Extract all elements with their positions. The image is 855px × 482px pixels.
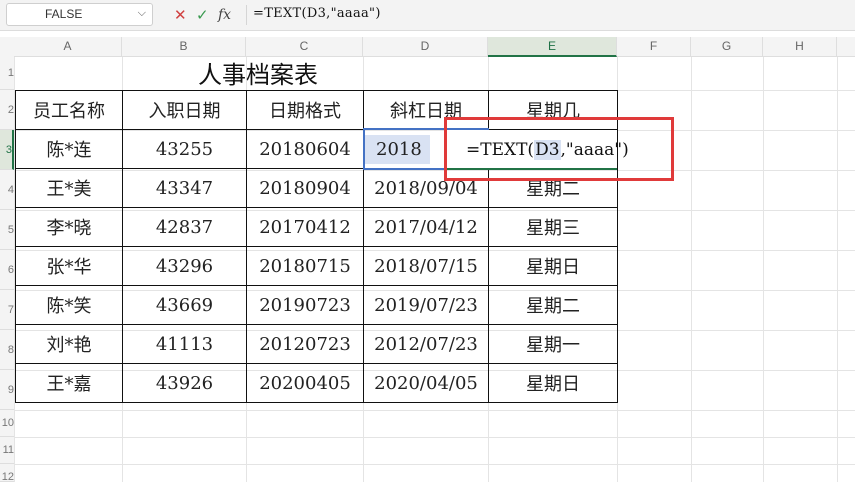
- cell-weekday[interactable]: 星期一: [488, 324, 618, 364]
- cell-weekday[interactable]: 星期日: [488, 246, 618, 286]
- row-header-10[interactable]: 10: [0, 410, 14, 437]
- select-all-corner[interactable]: [0, 37, 14, 58]
- row-header-8[interactable]: 8: [0, 330, 14, 370]
- cell-weekday[interactable]: 星期二: [488, 285, 618, 325]
- cell-weekday[interactable]: 星期三: [488, 207, 618, 247]
- cell-name[interactable]: 陈*连: [15, 129, 123, 169]
- table-row: 刘*艳 41113 20120723 2012/07/23 星期一: [15, 324, 618, 364]
- table-row: 张*华 43296 20180715 2018/07/15 星期日: [15, 246, 618, 286]
- check-icon[interactable]: ✓: [196, 5, 209, 25]
- column-header-f[interactable]: F: [617, 37, 691, 57]
- column-header-d[interactable]: D: [363, 37, 488, 57]
- cell-serial[interactable]: 43926: [122, 363, 247, 403]
- cell-slash-date[interactable]: 2018/09/04: [363, 168, 489, 208]
- cell-weekday[interactable]: 星期二: [488, 168, 618, 208]
- cell-editor-text: =TEXT(D3,"aaaa"): [466, 140, 629, 160]
- column-header-a[interactable]: A: [14, 37, 122, 57]
- gridline: [691, 57, 692, 482]
- cell-name[interactable]: 张*华: [15, 246, 123, 286]
- formula-reference: D3: [534, 140, 561, 160]
- cell-number-date[interactable]: 20120723: [246, 324, 364, 364]
- chevron-down-icon[interactable]: ⌵: [138, 6, 146, 20]
- formula-bar: FALSE ⌵ ✕ ✓ fx =TEXT(D3,"aaaa"): [0, 0, 855, 31]
- cell-serial[interactable]: 43347: [122, 168, 247, 208]
- cell-serial[interactable]: 41113: [122, 324, 247, 364]
- name-box-value: FALSE: [45, 7, 83, 21]
- cell-slash-date[interactable]: 2017/04/12: [363, 207, 489, 247]
- row-header-7[interactable]: 7: [0, 290, 14, 330]
- name-box[interactable]: FALSE ⌵: [6, 3, 153, 26]
- formula-input[interactable]: =TEXT(D3,"aaaa"): [253, 6, 381, 21]
- table-row: 王*美 43347 20180904 2018/09/04 星期二: [15, 168, 618, 208]
- cell-number-date[interactable]: 20180604: [246, 129, 364, 169]
- referenced-cell-text: 2018: [364, 134, 430, 164]
- table-row: 李*晓 42837 20170412 2017/04/12 星期三: [15, 207, 618, 247]
- formula-buttons: ✕ ✓ fx: [168, 5, 244, 25]
- cell-number-date[interactable]: 20170412: [246, 207, 364, 247]
- table-row: 王*嘉 43926 20200405 2020/04/05 星期日: [15, 363, 618, 403]
- row-header-4[interactable]: 4: [0, 170, 14, 210]
- cell-number-date[interactable]: 20180715: [246, 246, 364, 286]
- table-row: 陈*笑 43669 20190723 2019/07/23 星期二: [15, 285, 618, 325]
- row-header-5[interactable]: 5: [0, 210, 14, 250]
- header-cell[interactable]: 斜杠日期: [363, 90, 489, 130]
- cell-editor[interactable]: =TEXT(D3,"aaaa"): [446, 130, 629, 170]
- fx-icon[interactable]: fx: [218, 5, 231, 25]
- cell-slash-date[interactable]: 2012/07/23: [363, 324, 489, 364]
- row-header-2[interactable]: 2: [0, 90, 14, 130]
- column-header-h[interactable]: H: [763, 37, 837, 57]
- header-cell[interactable]: 员工名称: [15, 90, 123, 130]
- formula-suffix: ,"aaaa"): [560, 140, 629, 160]
- row-header-1[interactable]: 1: [0, 57, 14, 90]
- cell-number-date[interactable]: 20200405: [246, 363, 364, 403]
- sheet-title[interactable]: 人事档案表: [16, 58, 500, 90]
- cell-number-date[interactable]: 20180904: [246, 168, 364, 208]
- column-header-e[interactable]: E: [488, 37, 617, 57]
- row-header-9[interactable]: 9: [0, 370, 14, 410]
- formula-prefix: =TEXT(: [466, 140, 535, 160]
- cell-name[interactable]: 王*嘉: [15, 363, 123, 403]
- column-header-g[interactable]: G: [691, 37, 763, 57]
- row-header-11[interactable]: 11: [0, 437, 14, 464]
- cell-name[interactable]: 李*晓: [15, 207, 123, 247]
- cell-name[interactable]: 刘*艳: [15, 324, 123, 364]
- column-header-next[interactable]: [837, 37, 855, 57]
- cell-slash-date[interactable]: 2020/04/05: [363, 363, 489, 403]
- cell-slash-date[interactable]: 2019/07/23: [363, 285, 489, 325]
- gridline: [14, 464, 855, 465]
- cell-serial[interactable]: 43669: [122, 285, 247, 325]
- header-cell[interactable]: 入职日期: [122, 90, 247, 130]
- cell-weekday[interactable]: 星期日: [488, 363, 618, 403]
- cell-number-date[interactable]: 20190723: [246, 285, 364, 325]
- header-cell[interactable]: 星期几: [488, 90, 618, 130]
- cell-name[interactable]: 陈*笑: [15, 285, 123, 325]
- column-header-b[interactable]: B: [122, 37, 246, 57]
- cell-serial[interactable]: 43255: [122, 129, 247, 169]
- cell-name[interactable]: 王*美: [15, 168, 123, 208]
- cell-serial[interactable]: 43296: [122, 246, 247, 286]
- gridline: [763, 57, 764, 482]
- cell-serial[interactable]: 42837: [122, 207, 247, 247]
- column-header-c[interactable]: C: [246, 37, 363, 57]
- row-header-12[interactable]: 12: [0, 464, 14, 482]
- header-row: 员工名称 入职日期 日期格式 斜杠日期 星期几: [15, 90, 618, 130]
- header-cell[interactable]: 日期格式: [246, 90, 364, 130]
- gridline: [837, 57, 838, 482]
- row-header-6[interactable]: 6: [0, 250, 14, 290]
- row-header-3[interactable]: 3: [0, 130, 14, 170]
- cell-slash-date[interactable]: 2018/07/15: [363, 246, 489, 286]
- formula-divider: [246, 5, 247, 25]
- gridline: [14, 437, 855, 438]
- gridline: [14, 410, 855, 411]
- cancel-icon[interactable]: ✕: [174, 5, 187, 25]
